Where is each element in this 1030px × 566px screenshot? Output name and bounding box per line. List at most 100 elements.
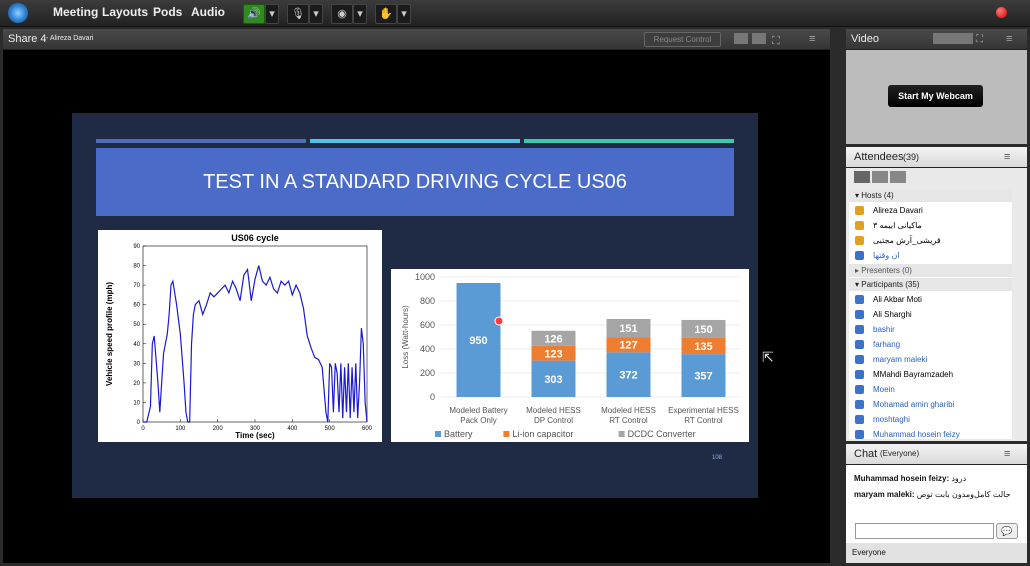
pod-menu-icon[interactable]: ≡	[1006, 29, 1012, 49]
y-tick-label: 1000	[415, 272, 435, 282]
share-pod-header: Share 4 - Alireza Davari Request Control…	[3, 29, 830, 50]
category-label: DP Control	[534, 416, 573, 425]
status-view-icon[interactable]	[890, 171, 906, 183]
status-chevron-down-icon[interactable]: ▾	[397, 4, 411, 24]
list-item[interactable]: Mohamad amin gharibi	[849, 397, 1009, 412]
data-label: 123	[544, 348, 562, 360]
list-item[interactable]: Muhammad hosein feizy	[849, 427, 1009, 439]
breakout-view-icon[interactable]	[872, 171, 888, 183]
participant-name: bashir	[873, 325, 895, 334]
data-label: 135	[694, 341, 712, 353]
raise-hand-icon[interactable]: ✋	[375, 4, 397, 24]
loss-chart: 0 200 400 600 800 1000 Loss (Watt-hours) 950 Mod…	[391, 269, 749, 442]
y-tick-label: 10	[133, 400, 140, 406]
top-menu-bar: Meeting Layouts Pods Audio 🔊 ▾ 🎙 ▾ ◉ ▾ ✋…	[0, 0, 1030, 27]
share-presenter: - Alireza Davari	[46, 35, 94, 42]
chat-title: Chat	[854, 448, 878, 460]
chat-input[interactable]	[855, 523, 994, 539]
hosts-group-header[interactable]: ▾ Hosts (4)	[849, 189, 1012, 202]
fullscreen-icon[interactable]: ⛶	[772, 31, 780, 51]
pod-menu-icon[interactable]: ≡	[1004, 147, 1010, 167]
chat-pod: Chat (Everyone) ≡ Muhammad hosein feizy:…	[846, 444, 1027, 563]
app-logo-icon[interactable]	[8, 3, 28, 23]
speaker-chevron-down-icon[interactable]: ▾	[265, 4, 279, 24]
list-view-icon[interactable]	[854, 171, 870, 183]
y-axis-label: Vehicle speed profile (mph)	[105, 282, 114, 386]
attendees-title: Attendees	[854, 151, 904, 163]
y-tick-label: 20	[133, 381, 140, 387]
y-tick-label: 60	[133, 303, 140, 309]
list-item[interactable]: Ali Akbar Moti	[849, 292, 1009, 307]
fit-width-icon[interactable]	[734, 33, 748, 44]
participant-name: Ali Sharghi	[873, 310, 912, 319]
y-tick-label: 0	[137, 420, 141, 426]
user-icon	[855, 400, 864, 409]
list-item[interactable]: Moein	[849, 382, 1009, 397]
category-label: Pack Only	[460, 416, 496, 425]
list-item[interactable]: Ali Sharghi	[849, 307, 1009, 322]
video-layout-icon[interactable]	[933, 33, 973, 44]
menu-pods[interactable]: Pods	[153, 5, 182, 19]
legend-swatch	[503, 431, 510, 437]
user-icon	[855, 385, 864, 394]
legend-label: Li-ion capacitor	[512, 429, 573, 439]
y-tick-label: 70	[133, 283, 140, 289]
webcam-chevron-down-icon[interactable]: ▾	[353, 4, 367, 24]
list-item[interactable]: قریشی_آرش مجتبی	[849, 233, 1009, 248]
y-tick-label: 200	[420, 368, 435, 378]
list-item[interactable]: bashir	[849, 322, 1009, 337]
participant-name: Moein	[873, 385, 895, 394]
list-item[interactable]: ماکیانی ابیمه ۳	[849, 218, 1009, 233]
list-item[interactable]: ان وقتها	[849, 248, 1009, 263]
pod-menu-icon[interactable]: ≡	[1004, 444, 1010, 464]
list-item[interactable]: maryam maleki	[849, 352, 1009, 367]
microphone-icon[interactable]: 🎙	[287, 4, 309, 24]
category-label: Experimental HESS	[668, 406, 739, 415]
presenters-group-header[interactable]: ▸ Presenters (0)	[849, 264, 1012, 277]
y-tick-label: 0	[430, 392, 435, 402]
user-icon	[855, 430, 864, 439]
webcam-icon[interactable]: ◉	[331, 4, 353, 24]
recording-indicator-icon[interactable]	[996, 7, 1007, 18]
chat-scope: (Everyone)	[880, 449, 920, 458]
video-pod: Video ⛶ ≡ Start My Webcam	[846, 29, 1027, 144]
user-icon	[855, 310, 864, 319]
menu-meeting[interactable]: Meeting	[53, 5, 98, 19]
plot-frame	[142, 245, 368, 423]
user-icon	[855, 355, 864, 364]
user-icon	[855, 325, 864, 334]
slide-accent-bar	[310, 139, 520, 143]
us06-line-chart-svg: US06 cycle0 100 200 300 400 500 60001020304050…	[105, 233, 373, 440]
participant-name: Mohamad amin gharibi	[873, 400, 955, 409]
list-item[interactable]: farhang	[849, 337, 1009, 352]
menu-audio[interactable]: Audio	[191, 5, 225, 19]
category-label: Modeled HESS	[526, 406, 581, 415]
start-webcam-button[interactable]: Start My Webcam	[888, 85, 983, 107]
fullscreen-icon[interactable]: ⛶	[976, 30, 983, 50]
list-item[interactable]: MMahdi Bayramzadeh	[849, 367, 1009, 382]
video-title: Video	[851, 33, 879, 45]
participant-name: maryam maleki	[873, 355, 928, 364]
data-label: 950	[469, 335, 487, 347]
microphone-chevron-down-icon[interactable]: ▾	[309, 4, 323, 24]
pod-menu-icon[interactable]: ≡	[809, 29, 815, 49]
request-control-button[interactable]: Request Control	[644, 32, 721, 47]
category-label: RT Control	[609, 416, 648, 425]
category-label: RT Control	[684, 416, 723, 425]
user-icon	[855, 295, 864, 304]
send-message-icon[interactable]: 💬	[996, 523, 1018, 539]
participants-group-header[interactable]: ▾ Participants (35)	[849, 278, 1012, 291]
mouse-cursor-icon: ⇱	[762, 349, 774, 365]
list-item[interactable]: Alireza Davari	[849, 203, 1009, 218]
us06-chart: US06 cycle 0 100 200 300 400 500 600 0 10 20 30 40 50…	[98, 230, 382, 442]
chat-recipient-selector[interactable]: Everyone	[846, 543, 1027, 563]
y-tick-label: 800	[420, 296, 435, 306]
legend-swatch	[435, 431, 441, 437]
list-item[interactable]: moshtaghi	[849, 412, 1009, 427]
fit-screen-icon[interactable]	[752, 33, 766, 44]
participant-name: MMahdi Bayramzadeh	[873, 370, 954, 379]
menu-layouts[interactable]: Layouts	[102, 5, 148, 19]
x-tick-label: 200	[213, 426, 224, 432]
chat-message: Muhammad hosein feizy: درود	[854, 474, 967, 483]
speaker-icon[interactable]: 🔊	[243, 4, 265, 24]
